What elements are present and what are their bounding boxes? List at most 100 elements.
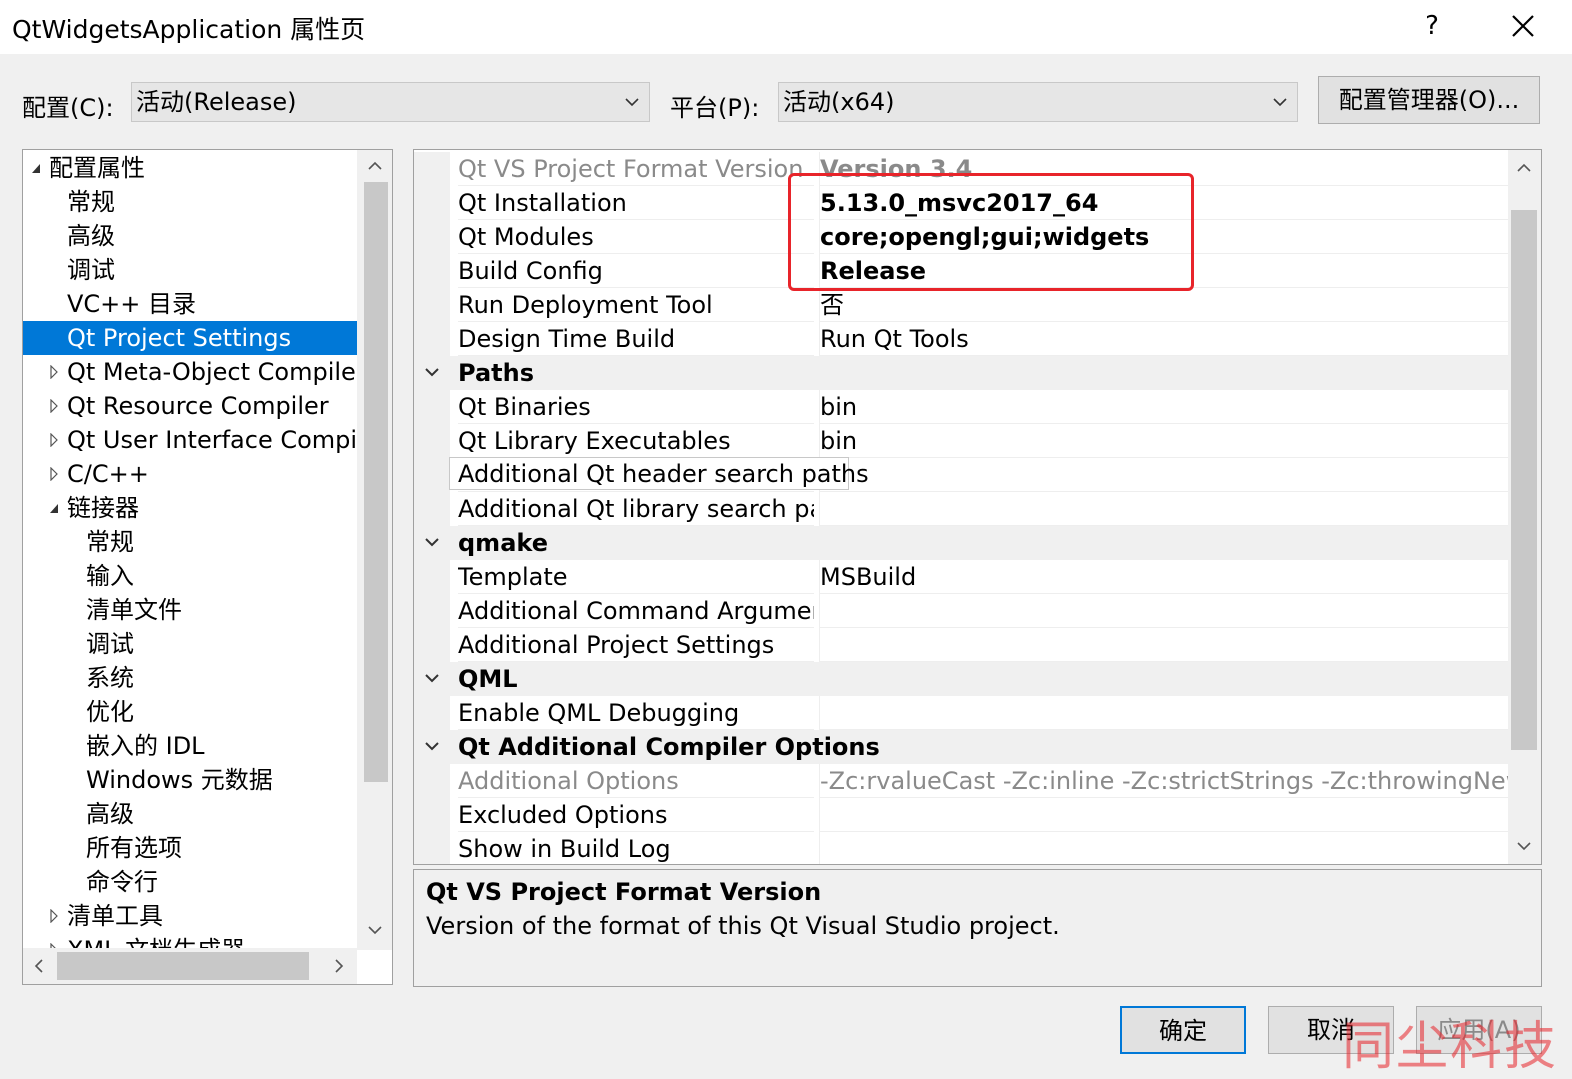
tree-item[interactable]: 常规 [23, 185, 357, 219]
scroll-right-icon[interactable] [331, 956, 347, 976]
expanded-triangle-icon[interactable] [49, 501, 59, 515]
row-gutter [414, 322, 450, 356]
tree-item[interactable]: 清单文件 [23, 593, 357, 627]
chevron-down-icon [625, 98, 639, 107]
property-row[interactable]: Enable QML Debugging [414, 696, 1509, 730]
property-name: Qt Binaries [458, 390, 814, 424]
property-value[interactable] [819, 832, 1509, 864]
tree-horizontal-scrollbar[interactable] [23, 948, 357, 984]
property-row[interactable]: Additional Command Arguments [414, 594, 1509, 628]
config-combo[interactable]: 活动(Release) [131, 82, 650, 122]
tree-item[interactable]: Qt User Interface Compiler [23, 423, 357, 457]
property-row[interactable]: Additional Project Settings [414, 628, 1509, 662]
tree-item[interactable]: 系统 [23, 661, 357, 695]
tree-item[interactable]: 高级 [23, 797, 357, 831]
tree-item[interactable]: 调试 [23, 627, 357, 661]
row-gutter [414, 390, 450, 424]
property-value[interactable] [819, 798, 1509, 832]
tree-item[interactable]: 优化 [23, 695, 357, 729]
row-gutter [414, 152, 450, 186]
platform-label: 平台(P): [670, 94, 760, 122]
help-button[interactable]: ? [1412, 6, 1452, 46]
tree-item-label: 嵌入的 IDL [86, 732, 205, 760]
tree-item[interactable]: VC++ 目录 [23, 287, 357, 321]
row-gutter [414, 764, 450, 798]
property-value[interactable]: MSBuild [819, 560, 1509, 594]
property-row[interactable]: Run Deployment Tool 否 [414, 288, 1509, 322]
tree-item[interactable]: 输入 [23, 559, 357, 593]
property-row[interactable]: Additional Options -Zc:rvalueCast -Zc:inl… [414, 764, 1509, 798]
collapsed-triangle-icon[interactable] [49, 433, 59, 447]
property-row[interactable]: Excluded Options [414, 798, 1509, 832]
grid-vertical-scroll-thumb[interactable] [1511, 210, 1537, 750]
expanded-triangle-icon[interactable] [31, 161, 41, 175]
property-row[interactable]: Qt Binaries bin [414, 390, 1509, 424]
tree-item[interactable]: 所有选项 [23, 831, 357, 865]
scroll-down-icon[interactable] [365, 922, 385, 938]
chevron-down-icon[interactable] [424, 366, 440, 378]
grid-vertical-scrollbar[interactable] [1508, 150, 1541, 864]
tree-item[interactable]: 常规 [23, 525, 357, 559]
property-value[interactable] [819, 628, 1509, 662]
tree-item[interactable]: 调试 [23, 253, 357, 287]
collapsed-triangle-icon[interactable] [49, 467, 59, 481]
property-name: Qt Library Executables [458, 424, 814, 458]
tree-item[interactable]: Qt Project Settings [23, 321, 357, 355]
property-value[interactable]: bin [819, 424, 1509, 458]
row-gutter [414, 220, 450, 254]
tree-item[interactable]: Windows 元数据 [23, 763, 357, 797]
tree-item[interactable]: 命令行 [23, 865, 357, 899]
scroll-left-icon[interactable] [31, 956, 47, 976]
tree-item[interactable]: 嵌入的 IDL [23, 729, 357, 763]
property-row[interactable]: Design Time Build Run Qt Tools [414, 322, 1509, 356]
collapsed-triangle-icon[interactable] [49, 909, 59, 923]
config-label: 配置(C): [22, 94, 114, 122]
property-category-row[interactable]: QML [414, 662, 1508, 696]
property-value[interactable]: -Zc:rvalueCast -Zc:inline -Zc:strictStri… [819, 764, 1509, 798]
property-value[interactable] [819, 492, 1509, 526]
scroll-up-icon[interactable] [365, 158, 385, 174]
row-gutter [414, 594, 450, 628]
tree-item[interactable]: C/C++ [23, 457, 357, 491]
property-row[interactable]: Additional Qt library search paths [414, 492, 1509, 526]
tree-horizontal-scroll-thumb[interactable] [57, 952, 309, 980]
tree-item-label: 高级 [67, 222, 115, 250]
tree-item-label: 高级 [86, 800, 134, 828]
property-category-row[interactable]: Paths [414, 356, 1508, 390]
property-row[interactable]: Qt Library Executables bin [414, 424, 1509, 458]
tree-item[interactable]: Qt Resource Compiler [23, 389, 357, 423]
ok-button[interactable]: 确定 [1120, 1006, 1246, 1054]
chevron-down-icon [1273, 98, 1287, 107]
tree-item[interactable]: 清单工具 [23, 899, 357, 933]
chevron-down-icon[interactable] [424, 672, 440, 684]
property-value[interactable]: 否 [819, 288, 1509, 322]
property-name: Additional Options [458, 764, 814, 798]
tree-vertical-scroll-thumb[interactable] [364, 182, 388, 782]
platform-combo-value: 活动(x64) [783, 88, 895, 116]
chevron-down-icon[interactable] [424, 740, 440, 752]
property-category-row[interactable]: qmake [414, 526, 1508, 560]
property-value[interactable]: Run Qt Tools [819, 322, 1509, 356]
platform-combo[interactable]: 活动(x64) [778, 82, 1298, 122]
tree-item[interactable]: Qt Meta-Object Compiler [23, 355, 357, 389]
scroll-down-icon[interactable] [1514, 838, 1534, 854]
property-value[interactable] [819, 696, 1509, 730]
property-value[interactable]: bin [819, 390, 1509, 424]
watermark-logo: 同尘科技 [1342, 1017, 1559, 1077]
chevron-down-icon[interactable] [424, 536, 440, 548]
property-value[interactable] [819, 594, 1509, 628]
category-label: qmake [458, 529, 548, 557]
close-button[interactable] [1500, 4, 1546, 48]
property-row[interactable]: Show in Build Log [414, 832, 1509, 864]
tree-vertical-scrollbar[interactable] [357, 150, 392, 950]
tree-item[interactable]: 配置属性 [23, 151, 357, 185]
tree-item[interactable]: 高级 [23, 219, 357, 253]
property-category-row[interactable]: Qt Additional Compiler Options [414, 730, 1508, 764]
tree-item[interactable]: 链接器 [23, 491, 357, 525]
property-value[interactable] [819, 458, 1509, 492]
config-manager-button[interactable]: 配置管理器(O)... [1318, 76, 1540, 124]
scroll-up-icon[interactable] [1514, 160, 1534, 176]
collapsed-triangle-icon[interactable] [49, 399, 59, 413]
collapsed-triangle-icon[interactable] [49, 365, 59, 379]
property-row[interactable]: Template MSBuild [414, 560, 1509, 594]
